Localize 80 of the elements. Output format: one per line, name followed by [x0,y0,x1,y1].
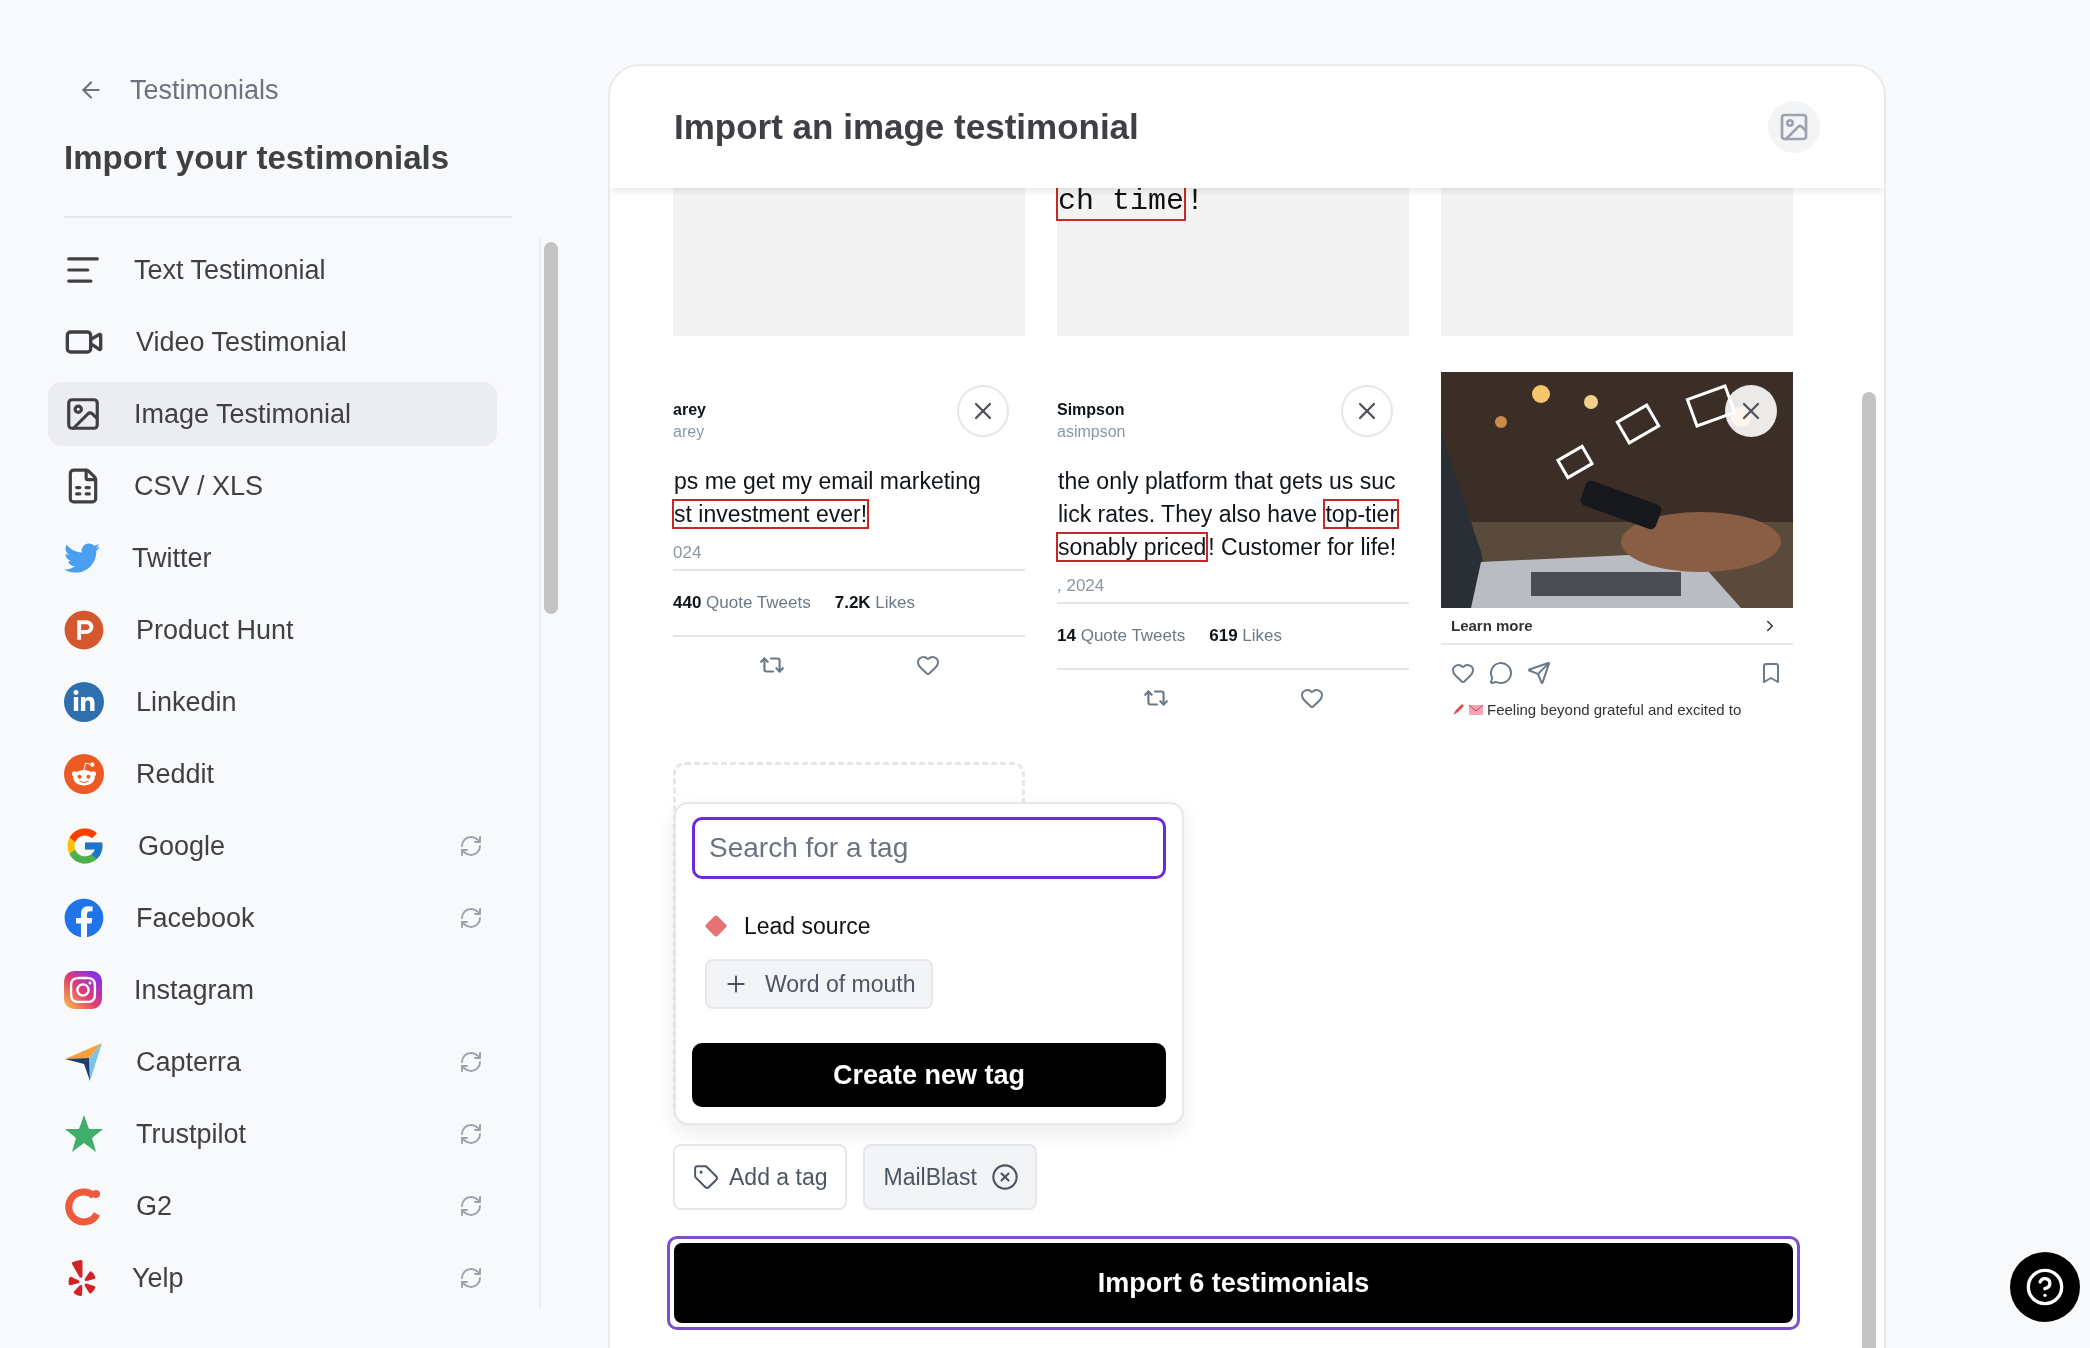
sidebar-item-label: Reddit [136,758,216,790]
image-icon [1778,111,1810,143]
author-name: Simpson [1057,401,1126,419]
sidebar-item-label: Google [138,830,227,862]
tag-icon [693,1164,719,1190]
in-circle-icon [64,682,104,722]
sidebar-item-label: Capterra [136,1046,243,1078]
sidebar-item-label: CSV / XLS [134,470,265,502]
search-field[interactable]: Search for a tag [692,817,1166,879]
help-icon [2025,1267,2065,1307]
bird-icon [64,540,100,576]
sidebar-item-label: Instagram [134,974,256,1006]
like-count: 7.2K Likes [834,593,916,613]
tag-option[interactable]: Lead source [692,904,1166,948]
sidebar-item[interactable]: G2 [48,1174,497,1238]
tag-label: Lead source [744,912,871,940]
heart-icon[interactable] [915,653,940,677]
tweet-date: , 2024 [1057,576,1106,597]
tweet-text: sonably priced! Customer for life! [1057,531,1409,564]
sidebar-item-label: Yelp [132,1262,185,1294]
tweet-date: 024 [673,543,703,564]
sidebar-item-label: Image Testimonial [134,398,353,430]
close-circle-icon [990,1163,1019,1191]
back-link[interactable]: Testimonials [78,72,279,108]
sidebar-item-label: Twitter [132,542,213,574]
sidebar-item-label: Product Hunt [136,614,295,646]
sidebar-item[interactable]: Video Testimonial [48,310,497,374]
sidebar-item[interactable]: Google [48,814,497,878]
sidebar-item[interactable]: Image Testimonial [48,382,497,446]
paper-plane-icon [64,1042,104,1082]
tweet-text: the only platform that gets us suc [1057,467,1397,496]
alien-face-icon [64,754,104,794]
author-name: arey [673,401,706,419]
close-button[interactable] [1341,385,1393,437]
sidebar-item[interactable]: Reddit [48,742,497,806]
author-handle: arey [673,423,706,441]
suggested-tag-button[interactable]: Word of mouth [705,959,934,1009]
sidebar-item[interactable]: Instagram [48,958,497,1022]
sidebar-item-label: Trustpilot [136,1118,248,1150]
sidebar-item[interactable]: Trustpilot [48,1102,497,1166]
sidebar-item-label: Facebook [136,902,256,934]
sidebar-item-label: G2 [136,1190,174,1222]
sidebar-item-label: Video Testimonial [136,326,348,358]
sidebar-item[interactable]: Capterra [48,1030,497,1094]
heart-icon[interactable] [1451,661,1475,685]
add-tag-button[interactable]: Add a tag [673,1144,848,1210]
tag-chip-label: MailBlast [883,1163,977,1191]
sidebar-item[interactable]: Yelp [48,1246,497,1310]
panel-title: Import an image testimonial [674,107,1139,147]
tweet-text: ps me get my email marketing [673,467,982,496]
close-button[interactable] [957,385,1009,437]
envelope-icon [1469,703,1483,716]
sidebar-item[interactable]: Product Hunt [48,598,497,662]
learn-more-link[interactable]: Learn more [1441,608,1793,645]
heart-icon[interactable] [1299,686,1324,710]
image-button[interactable] [1768,101,1820,153]
post-caption: Feeling beyond grateful and excited to [1487,701,1742,718]
quote-count: 440 Quote Tweets [673,593,811,613]
sidebar-item[interactable]: Text Testimonial [48,238,497,302]
create-tag-button[interactable]: Create new tag [692,1043,1166,1107]
star-icon [64,1114,104,1154]
import-button[interactable]: Import 6 testimonials [674,1243,1793,1323]
scrollbar[interactable] [1862,392,1876,1348]
sidebar-item[interactable]: Linkedin [48,670,497,734]
sidebar-item[interactable]: Facebook [48,886,497,950]
send-icon[interactable] [1527,661,1551,685]
quote-count: 14 Quote Tweets [1057,626,1186,646]
sidebar-item[interactable]: Twitter [48,526,497,590]
sidebar-item[interactable]: CSV / XLS [48,454,497,518]
camera-icon [64,971,102,1009]
tweet-text: lick rates. They also have top-tier [1057,498,1409,531]
sidebar-item-label: Linkedin [136,686,238,718]
comment-icon[interactable] [1489,661,1513,685]
author-handle: asimpson [1057,423,1126,441]
like-count: 619 Likes [1209,626,1283,646]
image-icon [64,395,102,433]
scrollbar[interactable] [544,242,558,614]
remove-tag-icon[interactable] [990,1163,1019,1191]
page-heading: Import your testimonials [64,138,451,178]
sidebar-item-label: Text Testimonial [134,254,327,286]
